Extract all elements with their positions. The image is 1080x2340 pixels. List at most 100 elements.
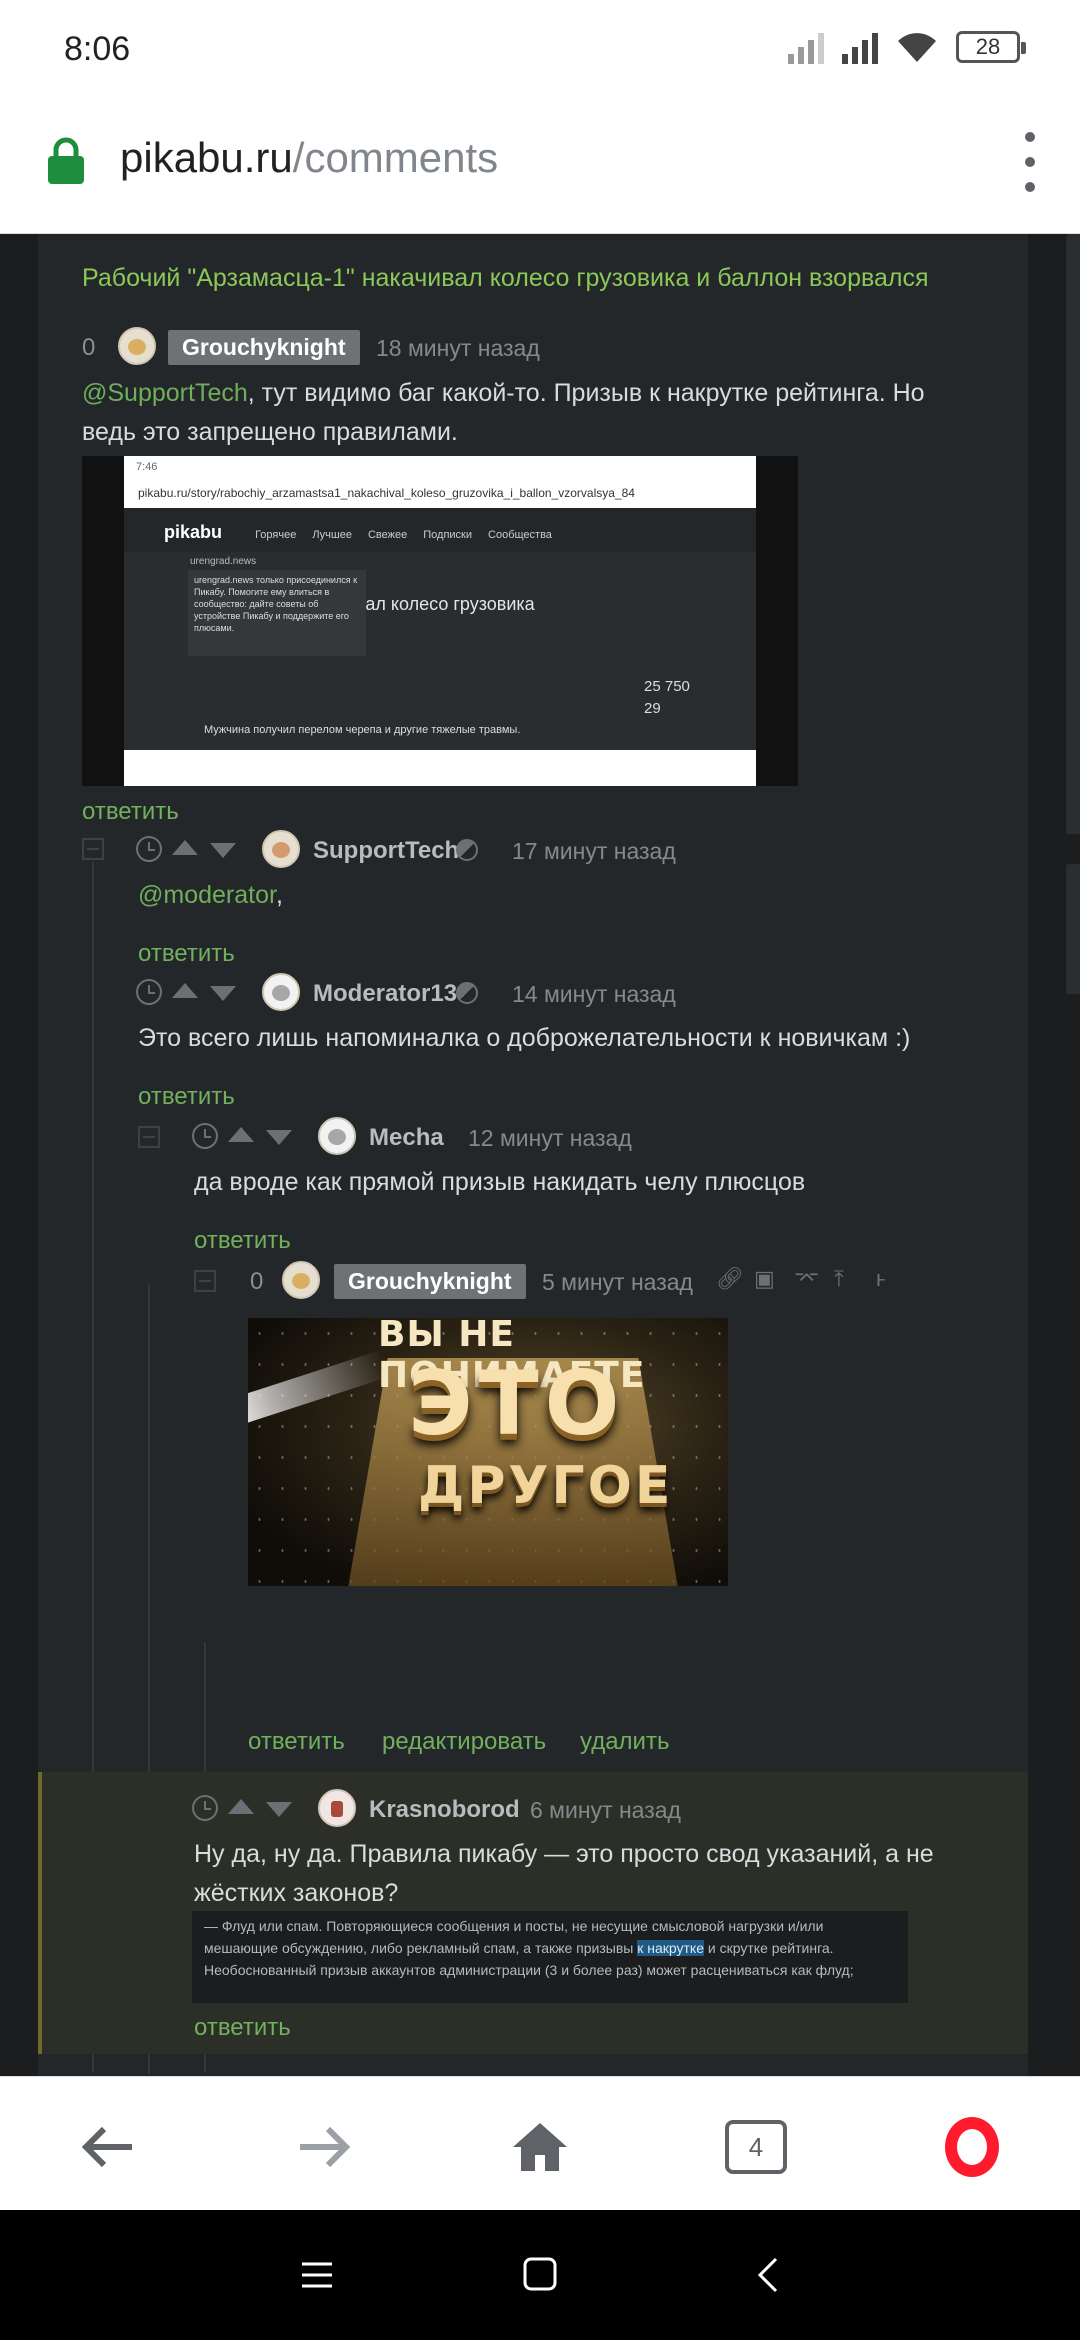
comment-text: Ну да, ну да. Правила пикабу — это прост… [194,1840,934,1907]
avatar[interactable] [262,830,300,868]
opera-logo-icon [945,2117,999,2177]
url-field[interactable]: pikabu.ru/comments [120,134,498,182]
battery-level: 28 [975,34,1001,59]
mention-link[interactable]: @moderator [138,881,276,909]
avatar[interactable] [318,1117,356,1155]
mention-link[interactable]: @SupportTech [82,379,248,407]
downvote-icon[interactable] [266,1130,292,1145]
reply-link[interactable]: ответить [82,798,179,826]
comment-author[interactable]: Moderator13 [313,980,457,1008]
comment-time[interactable]: 6 минут назад [530,1797,681,1824]
screenshot-url: pikabu.ru/story/rabochiy_arzamastsa1_nak… [124,480,756,508]
clock-icon [136,836,162,862]
downvote-icon[interactable] [266,1802,292,1817]
comment-author[interactable]: SupportTech [313,837,459,865]
browser-toolbar: 4 [0,2076,1080,2210]
comment-time[interactable]: 18 минут назад [376,335,540,362]
menu-icon[interactable] [1020,132,1040,192]
screenshot-user: urengrad.news [190,556,257,567]
recents-icon[interactable] [300,2260,334,2290]
tabs-button[interactable]: 4 [716,2107,796,2187]
reply-link[interactable]: ответить [248,1728,345,1756]
go-to-parent-icon[interactable]: ⤒ [834,1266,844,1292]
reply-link[interactable]: ответить [138,940,235,968]
post-title-link[interactable]: Рабочий "Арзамасца-1" накачивал колесо г… [82,264,929,293]
back-nav-icon[interactable] [756,2256,780,2294]
signal-sim2-icon [842,30,878,64]
opera-menu-button[interactable] [932,2107,1012,2187]
tabs-count: 4 [725,2120,787,2174]
share-icon[interactable]: ⌤ [794,1266,819,1292]
comment-author[interactable]: Grouchyknight [334,1264,526,1299]
comment-author[interactable]: Krasnoborod [369,1796,520,1824]
back-button[interactable] [68,2107,148,2187]
home-button[interactable] [500,2107,580,2187]
status-icons: 28 [788,30,1026,64]
comment-text: Это всего лишь напоминалка о доброжелате… [138,1024,911,1052]
comment-time[interactable]: 17 минут назад [512,838,676,865]
more-icon[interactable]: ⱶ [876,1266,885,1292]
battery-icon: 28 [956,31,1026,63]
comment-time[interactable]: 14 минут назад [512,981,676,1008]
avatar[interactable] [318,1789,356,1827]
comment-score: 0 [82,334,96,361]
clock-icon [192,1123,218,1149]
upvote-icon[interactable] [172,983,198,998]
signal-sim1-icon [788,30,824,64]
link-icon[interactable]: 🔗︎ [716,1266,744,1292]
comment-text: @moderator, [138,881,283,909]
status-time: 8:06 [64,30,131,68]
comment-time[interactable]: 5 минут назад [542,1269,693,1296]
upvote-icon[interactable] [228,1799,254,1814]
community-icon [456,839,478,861]
page-content: Рабочий "Арзамасца-1" накачивал колесо г… [0,234,1080,2076]
edit-link[interactable]: редактировать [382,1728,546,1756]
comment-author[interactable]: Grouchyknight [168,330,360,365]
community-icon [456,982,478,1004]
rules-screenshot[interactable]: — Флуд или спам. Повторяющиеся сообщения… [192,1911,908,2003]
avatar[interactable] [118,327,156,365]
home-nav-icon[interactable] [522,2256,558,2292]
comment-author[interactable]: Mecha [369,1124,444,1152]
home-icon [513,2123,567,2171]
avatar[interactable] [262,973,300,1011]
reply-link[interactable]: ответить [138,1083,235,1111]
upvote-icon[interactable] [172,840,198,855]
url-domain: pikabu.ru [120,134,293,181]
clock-icon [136,979,162,1005]
clock-icon [192,1795,218,1821]
wifi-icon [898,33,936,62]
reply-link[interactable]: ответить [194,1227,291,1255]
downvote-icon[interactable] [210,843,236,858]
forward-arrow-icon [300,2126,350,2168]
delete-link[interactable]: удалить [580,1728,669,1756]
comment-screenshot-image[interactable]: 7:46 pikabu.ru/story/rabochiy_arzamastsa… [82,456,798,786]
screenshot-stats: 25 750 29 [644,678,690,717]
upvote-icon[interactable] [228,1127,254,1142]
comment-time[interactable]: 12 минут назад [468,1125,632,1152]
comment-text: да вроде как прямой призыв накидать челу… [194,1168,806,1196]
back-arrow-icon [82,2126,132,2168]
screenshot-tooltip: urengrad.news только присоединился к Пик… [188,570,366,656]
meme-line-3: ДРУГОЕ [418,1456,674,1516]
collapse-icon[interactable] [82,838,104,860]
meme-image[interactable]: ВЫ НЕ ПОНИМАЕТЕ ЭТО ДРУГОЕ [248,1318,728,1586]
meme-line-2: ЭТО [408,1352,626,1455]
screenshot-news: Мужчина получил перелом черепа и другие … [204,724,521,736]
collapse-icon[interactable] [194,1270,216,1292]
comment-score: 0 [250,1268,264,1295]
forward-button[interactable] [284,2107,364,2187]
collapse-icon[interactable] [138,1126,160,1148]
reply-link[interactable]: ответить [194,2014,291,2042]
status-bar: 8:06 28 [0,0,1080,96]
address-bar: pikabu.ru/comments [0,96,1080,234]
avatar[interactable] [282,1261,320,1299]
downvote-icon[interactable] [210,986,236,1001]
screenshot-status-time: 7:46 [124,456,756,480]
screenshot-nav: pikabu Горячее Лучшее Свежее Подписки Сообще… [124,508,756,552]
save-icon[interactable]: ▣ [754,1266,775,1292]
comment-text: @SupportTech, тут видимо баг какой-то. П… [82,379,925,446]
side-rail [1060,234,1080,2076]
system-nav-bar [0,2210,1080,2340]
lock-icon[interactable] [46,136,86,186]
